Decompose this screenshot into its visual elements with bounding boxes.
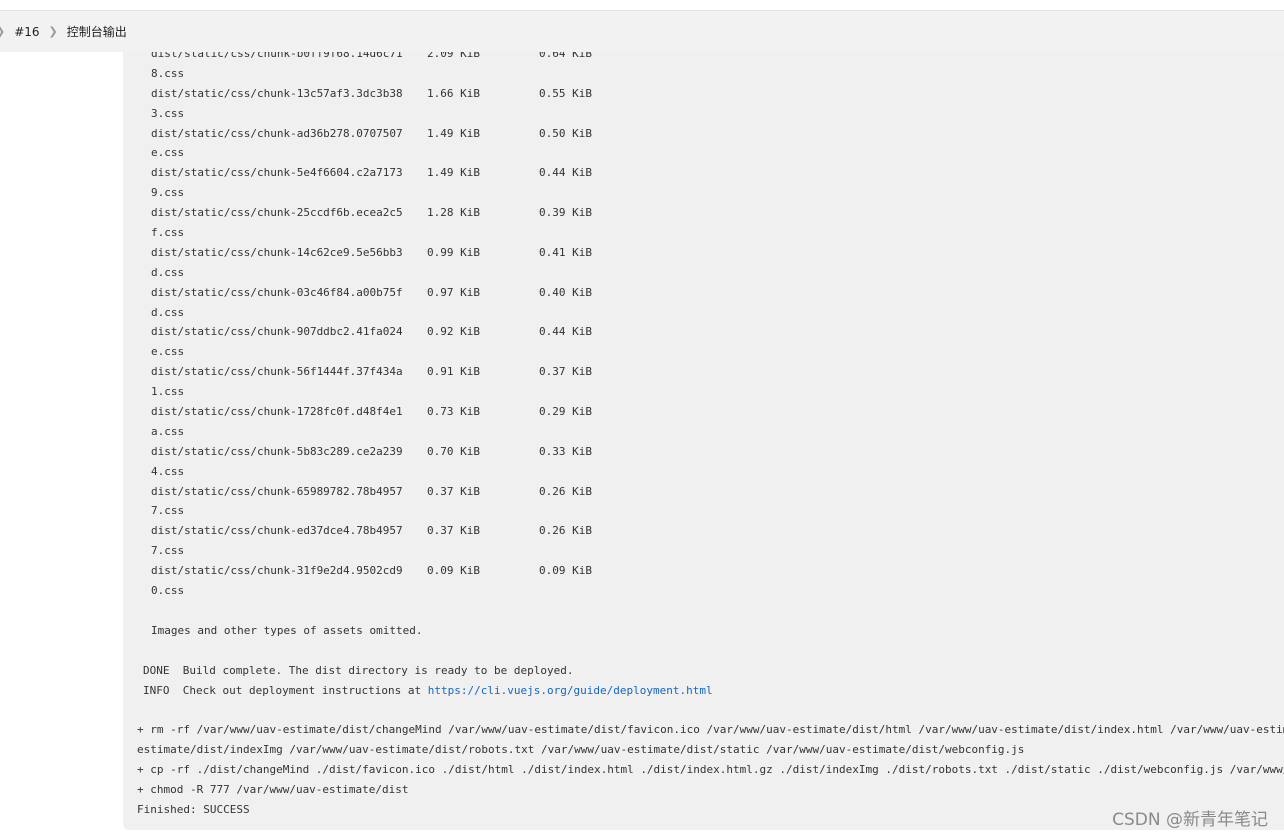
console-line: dist/static/css/chunk-1728fc0f.d48f4e1 0.… xyxy=(151,405,592,419)
watermark: CSDN @新青年笔记 xyxy=(1112,810,1268,830)
console-line: + chmod -R 777 /var/www/uav-estimate/dis… xyxy=(137,782,409,796)
chevron-right-icon: ❯ xyxy=(0,25,5,38)
console-line: f.css xyxy=(151,226,185,240)
console-line: dist/static/css/chunk-b0ff9f68.14d6c71 2.… xyxy=(151,52,592,60)
console-line-info: INFO Check out deployment instructions a… xyxy=(143,683,713,697)
console-line: 7.css xyxy=(151,544,185,558)
console-line: Images and other types of assets omitted… xyxy=(151,623,423,637)
console-line: + rm -rf /var/www/uav-estimate/dist/chan… xyxy=(137,723,1284,737)
breadcrumb-item-console-output[interactable]: 控制台输出 xyxy=(67,23,127,40)
console-line: a.css xyxy=(151,424,185,438)
console-line: 7.css xyxy=(151,504,185,518)
console-line: estimate/dist/indexImg /var/www/uav-esti… xyxy=(137,743,1025,757)
console-line: 9.css xyxy=(151,186,185,200)
chevron-right-icon: ❯ xyxy=(48,25,58,38)
console-line: e.css xyxy=(151,146,185,160)
console-line: d.css xyxy=(151,305,185,319)
console-line: dist/static/css/chunk-13c57af3.3dc3b38 1.… xyxy=(151,86,592,100)
console-line: 3.css xyxy=(151,106,185,120)
console-line: dist/static/css/chunk-14c62ce9.5e56bb3 0.… xyxy=(151,245,592,259)
console-line: 0.css xyxy=(151,584,185,598)
console-line: d.css xyxy=(151,265,185,279)
console-line: e.css xyxy=(151,345,185,359)
console-line-done: DONE Build complete. The dist directory … xyxy=(143,663,574,677)
console-line: dist/static/css/chunk-907ddbc2.41fa024 0.… xyxy=(151,325,592,339)
console-line: 8.css xyxy=(151,66,185,80)
console-line: dist/static/css/chunk-ad36b278.0707507 1.… xyxy=(151,126,592,140)
console-line: dist/static/css/chunk-25ccdf6b.ecea2c5 1.… xyxy=(151,206,592,220)
console-line: dist/static/css/chunk-ed37dce4.78b4957 0.… xyxy=(151,524,592,538)
console-line: dist/static/css/chunk-03c46f84.a00b75f 0.… xyxy=(151,285,592,299)
console-line: dist/static/css/chunk-31f9e2d4.9502cd9 0.… xyxy=(151,564,592,578)
console-line-finished: Finished: SUCCESS xyxy=(137,802,250,816)
console-line: 4.css xyxy=(151,464,185,478)
console-line: dist/static/css/chunk-65989782.78b4957 0.… xyxy=(151,484,592,498)
console-lines: dist/static/css/chunk-b0ff9f68.14d6c71 2.… xyxy=(123,52,1284,820)
console-line: dist/static/css/chunk-5e4f6604.c2a7173 1.… xyxy=(151,166,592,180)
breadcrumb: ❯ #16 ❯ 控制台输出 xyxy=(0,10,1284,52)
console-output: dist/static/css/chunk-b0ff9f68.14d6c71 2.… xyxy=(123,52,1284,830)
console-line: + cp -rf ./dist/changeMind ./dist/favico… xyxy=(137,763,1284,777)
console-line: dist/static/css/chunk-56f1444f.37f434a 0.… xyxy=(151,365,592,379)
console-line: 1.css xyxy=(151,385,185,399)
breadcrumb-item-build[interactable]: #16 xyxy=(14,25,39,39)
deployment-guide-link[interactable]: https://cli.vuejs.org/guide/deployment.h… xyxy=(428,684,713,697)
console-line: dist/static/css/chunk-5b83c289.ce2a239 0.… xyxy=(151,444,592,458)
